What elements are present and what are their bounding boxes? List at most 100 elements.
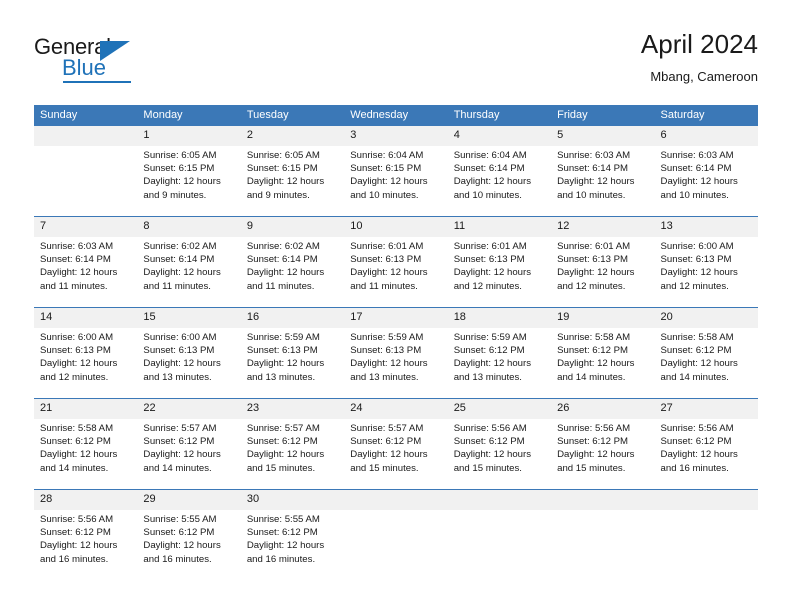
weekday-header-saturday: Saturday: [654, 105, 758, 126]
daylight-text: Daylight: 12 hours and 13 minutes.: [453, 358, 532, 383]
day-number: 21: [34, 399, 138, 419]
calendar-day-cell[interactable]: 10 Sunrise: 6:01 AM Sunset: 6:13 PM Dayligh…: [344, 216, 448, 308]
calendar-day-cell[interactable]: 13 Sunrise: 6:00 AM Sunset: 6:13 PM Dayligh…: [654, 216, 758, 308]
sunset-text: Sunset: 6:12 PM: [246, 527, 318, 539]
calendar-cell-empty: [654, 489, 758, 580]
daylight-text: Daylight: 12 hours and 14 minutes.: [143, 449, 221, 474]
sunset-text: Sunset: 6:13 PM: [350, 254, 422, 266]
calendar-day-cell[interactable]: 6 Sunrise: 6:03 AM Sunset: 6:14 PM Daylight…: [654, 125, 758, 217]
day-number: 11: [447, 217, 552, 237]
sunset-text: Sunset: 6:13 PM: [557, 254, 629, 266]
calendar-day-cell[interactable]: 8 Sunrise: 6:02 AM Sunset: 6:14 PM Daylight…: [137, 216, 241, 308]
sunset-text: Sunset: 6:14 PM: [660, 163, 732, 175]
calendar-day-cell[interactable]: 18 Sunrise: 5:59 AM Sunset: 6:12 PM Dayligh…: [447, 307, 552, 399]
weekday-header-monday: Monday: [137, 105, 241, 126]
sunrise-text: Sunrise: 5:58 AM: [557, 332, 631, 343]
sunrise-text: Sunrise: 6:00 AM: [143, 332, 217, 343]
sunset-text: Sunset: 6:14 PM: [557, 163, 629, 175]
day-details: Sunrise: 6:04 AM Sunset: 6:15 PM Daylight:…: [344, 146, 447, 202]
daylight-text: Daylight: 12 hours and 16 minutes.: [660, 449, 738, 474]
weekday-header-wednesday: Wednesday: [344, 105, 448, 126]
calendar-day-cell[interactable]: 22 Sunrise: 5:57 AM Sunset: 6:12 PM Dayligh…: [137, 398, 241, 490]
sunset-text: Sunset: 6:12 PM: [40, 436, 111, 448]
title-block: April 2024 Mbang, Cameroon: [641, 28, 758, 86]
day-details: Sunrise: 5:59 AM Sunset: 6:13 PM Daylight:…: [344, 328, 447, 384]
sunset-text: Sunset: 6:13 PM: [143, 345, 215, 357]
sunrise-text: Sunrise: 6:02 AM: [143, 241, 217, 252]
calendar-day-cell[interactable]: 14 Sunrise: 6:00 AM Sunset: 6:13 PM Dayligh…: [34, 307, 138, 399]
sunrise-text: Sunrise: 5:59 AM: [350, 332, 424, 343]
calendar-day-cell[interactable]: 24 Sunrise: 5:57 AM Sunset: 6:12 PM Dayligh…: [344, 398, 448, 490]
daylight-text: Daylight: 12 hours and 15 minutes.: [557, 449, 635, 474]
day-details: Sunrise: 5:56 AM Sunset: 6:12 PM Daylight:…: [551, 419, 654, 475]
sunrise-text: Sunrise: 6:01 AM: [453, 241, 527, 252]
calendar-day-cell[interactable]: 3 Sunrise: 6:04 AM Sunset: 6:15 PM Daylight…: [344, 125, 448, 217]
day-details: Sunrise: 5:56 AM Sunset: 6:12 PM Daylight:…: [34, 510, 137, 566]
daylight-text: Daylight: 12 hours and 14 minutes.: [660, 358, 738, 383]
daylight-text: Daylight: 12 hours and 12 minutes.: [557, 267, 635, 292]
sunset-text: Sunset: 6:14 PM: [246, 254, 318, 266]
calendar-day-cell[interactable]: 9 Sunrise: 6:02 AM Sunset: 6:14 PM Daylight…: [240, 216, 345, 308]
day-details: Sunrise: 5:58 AM Sunset: 6:12 PM Daylight:…: [655, 328, 758, 384]
calendar-day-cell[interactable]: 28 Sunrise: 5:56 AM Sunset: 6:12 PM Dayligh…: [34, 489, 138, 580]
calendar-day-cell[interactable]: 15 Sunrise: 6:00 AM Sunset: 6:13 PM Dayligh…: [137, 307, 241, 399]
calendar-day-cell[interactable]: 11 Sunrise: 6:01 AM Sunset: 6:13 PM Dayligh…: [447, 216, 552, 308]
day-details: Sunrise: 6:01 AM Sunset: 6:13 PM Daylight:…: [448, 237, 551, 293]
day-number: 10: [344, 217, 448, 237]
sunrise-text: Sunrise: 5:55 AM: [143, 514, 217, 525]
calendar-page: General Blue April 2024 Mbang, Cameroon …: [0, 0, 792, 612]
daylight-text: Daylight: 12 hours and 11 minutes.: [40, 267, 118, 292]
day-number: [34, 126, 138, 146]
daylight-text: Daylight: 12 hours and 10 minutes.: [453, 176, 532, 201]
day-details: Sunrise: 5:59 AM Sunset: 6:12 PM Daylight:…: [448, 328, 551, 384]
sunset-text: Sunset: 6:13 PM: [453, 254, 525, 266]
calendar-day-cell[interactable]: 4 Sunrise: 6:04 AM Sunset: 6:14 PM Daylight…: [447, 125, 552, 217]
day-number: 18: [447, 308, 552, 328]
sunrise-text: Sunrise: 6:00 AM: [40, 332, 114, 343]
sunset-text: Sunset: 6:12 PM: [660, 345, 732, 357]
sunrise-text: Sunrise: 6:01 AM: [350, 241, 424, 252]
calendar-day-cell[interactable]: 21 Sunrise: 5:58 AM Sunset: 6:12 PM Dayligh…: [34, 398, 138, 490]
sunset-text: Sunset: 6:12 PM: [660, 436, 732, 448]
calendar-day-cell[interactable]: 30 Sunrise: 5:55 AM Sunset: 6:12 PM Dayligh…: [240, 489, 345, 580]
sunrise-text: Sunrise: 5:59 AM: [453, 332, 527, 343]
daylight-text: Daylight: 12 hours and 14 minutes.: [40, 449, 118, 474]
day-number: 8: [137, 217, 241, 237]
calendar-day-cell[interactable]: 19 Sunrise: 5:58 AM Sunset: 6:12 PM Dayligh…: [551, 307, 655, 399]
calendar-day-cell[interactable]: 2 Sunrise: 6:05 AM Sunset: 6:15 PM Daylight…: [240, 125, 345, 217]
day-number: 14: [34, 308, 138, 328]
weekday-header-row: Sunday Monday Tuesday Wednesday Thursday…: [34, 105, 758, 126]
daylight-text: Daylight: 12 hours and 12 minutes.: [40, 358, 118, 383]
day-details: Sunrise: 6:00 AM Sunset: 6:13 PM Daylight:…: [34, 328, 137, 384]
day-details: Sunrise: 6:05 AM Sunset: 6:15 PM Daylight:…: [241, 146, 344, 202]
sunrise-text: Sunrise: 6:05 AM: [246, 150, 320, 161]
sunset-text: Sunset: 6:12 PM: [40, 527, 111, 539]
calendar-day-cell[interactable]: 25 Sunrise: 5:56 AM Sunset: 6:12 PM Dayligh…: [447, 398, 552, 490]
calendar-day-cell[interactable]: 5 Sunrise: 6:03 AM Sunset: 6:14 PM Daylight…: [551, 125, 655, 217]
day-number: 29: [137, 490, 241, 510]
calendar-day-cell[interactable]: 17 Sunrise: 5:59 AM Sunset: 6:13 PM Dayligh…: [344, 307, 448, 399]
day-details: Sunrise: 6:01 AM Sunset: 6:13 PM Daylight:…: [551, 237, 654, 293]
calendar-day-cell[interactable]: 29 Sunrise: 5:55 AM Sunset: 6:12 PM Dayligh…: [137, 489, 241, 580]
calendar-day-cell[interactable]: 26 Sunrise: 5:56 AM Sunset: 6:12 PM Dayligh…: [551, 398, 655, 490]
calendar-day-cell[interactable]: 27 Sunrise: 5:56 AM Sunset: 6:12 PM Dayligh…: [654, 398, 758, 490]
sunset-text: Sunset: 6:13 PM: [40, 345, 111, 357]
day-details: Sunrise: 5:56 AM Sunset: 6:12 PM Daylight:…: [655, 419, 758, 475]
day-number: [551, 490, 655, 510]
calendar-body: 1 Sunrise: 6:05 AM Sunset: 6:15 PM Daylight…: [34, 125, 758, 580]
calendar-day-cell[interactable]: 1 Sunrise: 6:05 AM Sunset: 6:15 PM Daylight…: [137, 125, 241, 217]
calendar-week-row: 7 Sunrise: 6:03 AM Sunset: 6:14 PM Daylight…: [34, 216, 758, 308]
daylight-text: Daylight: 12 hours and 12 minutes.: [453, 267, 532, 292]
day-number: 15: [137, 308, 241, 328]
day-details: Sunrise: 6:03 AM Sunset: 6:14 PM Daylight:…: [551, 146, 654, 202]
calendar-day-cell[interactable]: 20 Sunrise: 5:58 AM Sunset: 6:12 PM Dayligh…: [654, 307, 758, 399]
daylight-text: Daylight: 12 hours and 13 minutes.: [246, 358, 325, 383]
daylight-text: Daylight: 12 hours and 9 minutes.: [246, 176, 325, 201]
calendar-day-cell[interactable]: 16 Sunrise: 5:59 AM Sunset: 6:13 PM Dayligh…: [240, 307, 345, 399]
calendar-day-cell[interactable]: 23 Sunrise: 5:57 AM Sunset: 6:12 PM Dayligh…: [240, 398, 345, 490]
calendar-week-row: 14 Sunrise: 6:00 AM Sunset: 6:13 PM Dayligh…: [34, 307, 758, 399]
calendar-day-cell[interactable]: 12 Sunrise: 6:01 AM Sunset: 6:13 PM Dayligh…: [551, 216, 655, 308]
calendar-day-cell[interactable]: 7 Sunrise: 6:03 AM Sunset: 6:14 PM Daylight…: [34, 216, 138, 308]
day-details: Sunrise: 6:03 AM Sunset: 6:14 PM Daylight:…: [34, 237, 137, 293]
calendar-week-row: 28 Sunrise: 5:56 AM Sunset: 6:12 PM Dayligh…: [34, 489, 758, 580]
